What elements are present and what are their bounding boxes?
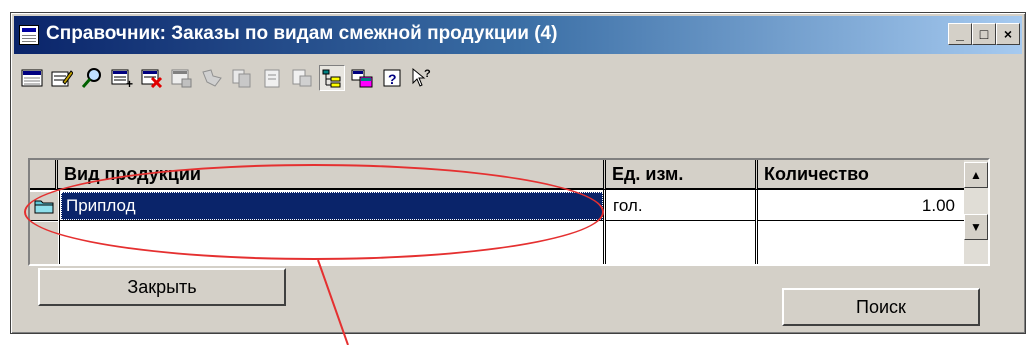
annotation-pointer (317, 259, 349, 345)
